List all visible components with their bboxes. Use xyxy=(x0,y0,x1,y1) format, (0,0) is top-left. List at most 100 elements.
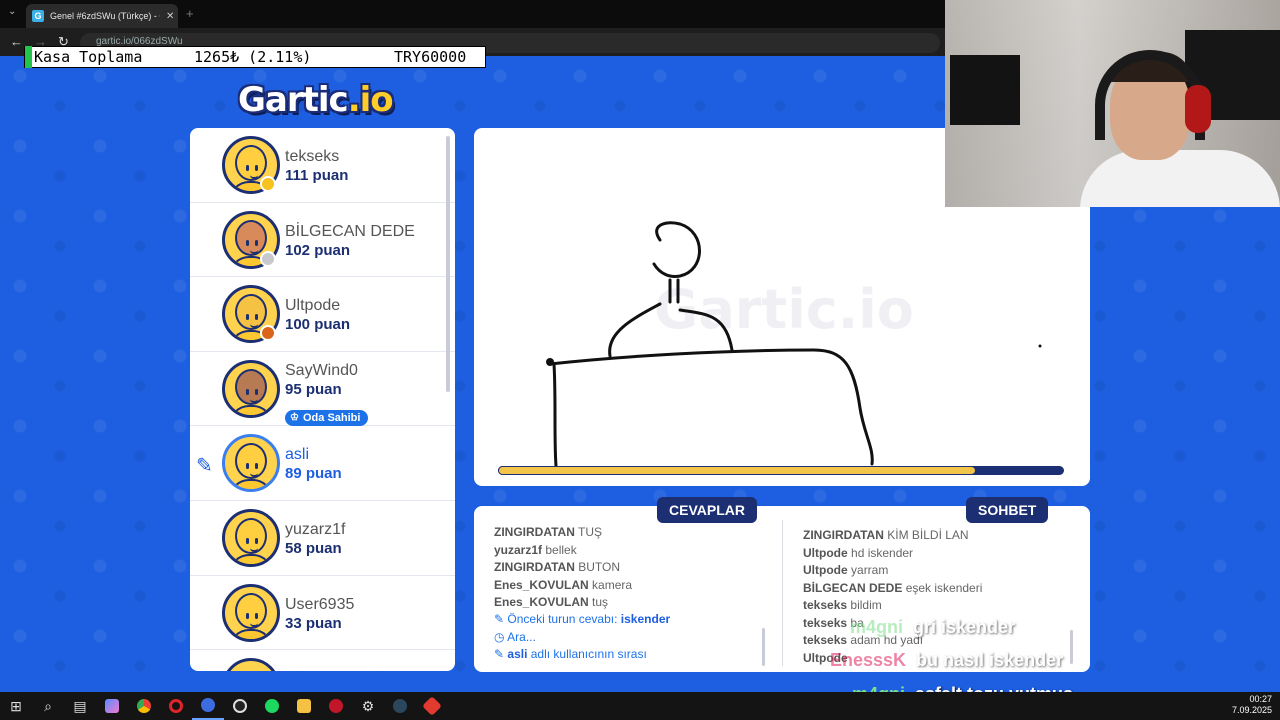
gartic-favicon-icon: G xyxy=(32,10,44,22)
chat-user: ZINGIRDATAN xyxy=(803,528,884,542)
copilot-icon[interactable] xyxy=(96,692,128,720)
player-row[interactable]: User6935 33 puan xyxy=(190,576,455,651)
media-player-icon[interactable] xyxy=(320,692,352,720)
spotify-icon[interactable] xyxy=(256,692,288,720)
pencil-icon: ✎ xyxy=(494,612,508,626)
stroke-dot xyxy=(546,358,554,366)
chat-text: eşek iskenderi xyxy=(905,580,983,595)
avatar-face xyxy=(235,443,267,480)
info-text: Önceki turun cevabı: xyxy=(507,612,618,626)
logo-suffix: .io xyxy=(347,80,394,120)
file-explorer-icon[interactable] xyxy=(288,692,320,720)
avatar-eye xyxy=(246,612,249,619)
avatar-eye xyxy=(255,239,258,246)
player-list-scrollbar[interactable] xyxy=(446,136,450,392)
avatar-eye xyxy=(255,612,258,619)
answer-line: ZINGIRDATAN TUŞ xyxy=(494,525,632,543)
avatar-eye xyxy=(246,239,249,246)
player-row[interactable]: yuzarz1f 58 puan xyxy=(190,501,455,576)
round-timer-bar xyxy=(498,466,1064,475)
player-name: User6935 xyxy=(285,595,355,613)
player-avatar[interactable] xyxy=(222,359,280,418)
browser-active-icon[interactable] xyxy=(192,692,224,720)
answer-text: bellek xyxy=(545,542,577,557)
player-row[interactable]: ✎ asli 89 puan xyxy=(190,426,455,501)
player-points: 111 puan xyxy=(285,167,349,184)
avatar-mouth xyxy=(250,548,258,552)
info-text: Ara... xyxy=(507,629,536,644)
answer-user: ZINGIRDATAN xyxy=(494,525,575,539)
avatar-face xyxy=(235,219,267,256)
answer-info-line: ✎ Önceki turun cevabı: iskender xyxy=(494,612,670,630)
close-tab-icon[interactable]: ✕ xyxy=(166,11,174,22)
player-avatar[interactable] xyxy=(222,508,280,567)
player-row[interactable]: tekseks 111 puan xyxy=(190,128,455,203)
steam-icon[interactable] xyxy=(384,692,416,720)
chat-line: tekseks bildim xyxy=(803,598,982,616)
chat-line: Ultpode hd iskender xyxy=(803,546,982,564)
player-avatar[interactable] xyxy=(222,434,280,493)
search-icon[interactable]: ⌕ xyxy=(32,692,64,720)
tab-chat[interactable]: SOHBET xyxy=(966,497,1049,523)
player-row[interactable]: BİLGECAN DEDE 102 puan xyxy=(190,203,455,278)
game-app-icon[interactable] xyxy=(416,692,448,720)
stroke-speck xyxy=(1038,344,1042,348)
player-points: 33 puan xyxy=(285,614,342,632)
player-status-dot xyxy=(260,325,276,342)
round-timer-fill xyxy=(498,466,977,475)
donation-ticker: Kasa Toplama 1265₺ (2.11%) TRY60000 xyxy=(24,46,486,68)
clock-time: 00:27 xyxy=(1249,694,1272,704)
browser-tab[interactable]: G Genel #6zdSWu (Türkçe) - Gartic ✕ xyxy=(26,4,178,28)
new-tab-icon[interactable]: + xyxy=(186,6,194,21)
avatar-eye xyxy=(255,165,258,171)
answer-text: kamera xyxy=(592,577,633,592)
back-icon[interactable]: ← xyxy=(10,34,23,49)
player-name: BİLGECAN DEDE xyxy=(285,222,415,240)
answers-scrollbar[interactable] xyxy=(762,628,765,666)
player-avatar[interactable] xyxy=(222,583,280,642)
tab-title: Genel #6zdSWu (Türkçe) - Gartic xyxy=(50,11,160,21)
player-row-partial[interactable] xyxy=(190,650,455,671)
info-value: iskender xyxy=(620,612,671,626)
stroke-desk-top xyxy=(548,348,874,466)
avatar-mouth xyxy=(250,250,258,254)
chat-user: BİLGECAN DEDE xyxy=(803,580,903,595)
task-view-icon[interactable]: ▤ xyxy=(64,692,96,720)
chat-line: BİLGECAN DEDE eşek iskenderi xyxy=(803,581,982,599)
chat-scrollbar[interactable] xyxy=(1070,630,1073,664)
avatar-eye xyxy=(255,314,258,321)
avatar-body xyxy=(229,628,273,639)
player-points: 95 puan xyxy=(285,380,342,398)
player-row[interactable]: Ultpode 100 puan xyxy=(190,277,455,352)
answer-text: tuş xyxy=(592,595,609,609)
overlay-chat-text: gri iskender xyxy=(913,617,1016,637)
player-avatar xyxy=(222,658,280,671)
avatar-eye xyxy=(246,537,249,544)
settings-gear-icon[interactable]: ⚙ xyxy=(352,692,384,720)
answer-text: BUTON xyxy=(578,560,621,574)
info-text: adlı kullanıcının sırası xyxy=(530,647,647,661)
chrome-icon[interactable] xyxy=(128,692,160,720)
ticker-accent xyxy=(25,46,32,68)
gartic-logo[interactable]: Gartic.io xyxy=(238,80,394,120)
clock-icon: ◷ xyxy=(494,629,508,644)
stroke-head xyxy=(652,221,701,278)
tab-menu-icon[interactable]: ⌄ xyxy=(8,6,16,17)
avatar-eye xyxy=(255,463,258,470)
answer-user: Enes_KOVULAN xyxy=(494,577,589,592)
start-icon[interactable]: ⊞ xyxy=(0,692,32,720)
answer-line: Enes_KOVULAN kamera xyxy=(494,578,632,596)
taskbar-clock[interactable]: 00:27 7.09.2025 xyxy=(1232,694,1272,716)
opera-icon[interactable] xyxy=(160,692,192,720)
player-points: 100 puan xyxy=(285,316,351,334)
player-name: SayWind0 xyxy=(285,361,358,379)
player-row[interactable]: SayWind095 puan Oda Sahibi xyxy=(190,352,455,427)
player-name: Ultpode xyxy=(285,297,341,315)
info-value: asli xyxy=(507,647,528,661)
player-name: asli xyxy=(285,446,310,464)
tab-answers[interactable]: CEVAPLAR xyxy=(657,497,757,523)
obs-icon[interactable] xyxy=(224,692,256,720)
chat-text: bildim xyxy=(850,598,882,612)
player-status-dot xyxy=(260,176,276,192)
chat-user: Ultpode xyxy=(803,563,848,577)
